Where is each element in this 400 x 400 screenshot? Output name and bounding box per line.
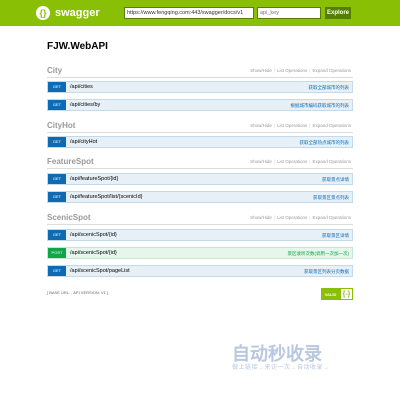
show-hide-link[interactable]: Show/Hide: [248, 123, 274, 128]
expand-operations-link[interactable]: Expand Operations: [310, 215, 353, 220]
resource-name[interactable]: CityHot: [47, 121, 75, 130]
http-method-badge[interactable]: GET: [48, 137, 66, 147]
validator-badge[interactable]: VALID {-}: [321, 288, 353, 300]
resource-header-featurespot: FeatureSpot Show/Hide | List Operations …: [47, 157, 353, 169]
swagger-logo[interactable]: {} swagger: [36, 5, 100, 21]
valid-label: VALID: [321, 288, 340, 300]
http-method-badge[interactable]: POST: [48, 248, 66, 258]
operation-path[interactable]: /api/cities/by: [70, 102, 100, 108]
operation-row[interactable]: GET /api/featureSpot/list/{scenicId} 获取景…: [47, 191, 353, 203]
operation-summary[interactable]: 获取景区景点列表: [313, 195, 349, 201]
operation-row[interactable]: GET /api/featureSpot/{id} 获取景点详情: [47, 173, 353, 185]
operation-row[interactable]: GET /api/cities 获取全部城市的列表: [47, 81, 353, 93]
operation-path[interactable]: /api/scenicSpot/pageList: [70, 268, 130, 274]
operation-row[interactable]: GET /api/cities/by 根据城市编码获取城市的列表: [47, 99, 353, 111]
api-key-input[interactable]: [257, 7, 321, 19]
list-operations-link[interactable]: List Operations: [275, 215, 309, 220]
http-method-badge[interactable]: GET: [48, 174, 66, 184]
operation-path[interactable]: /api/scenicSpot/{id}: [70, 232, 117, 238]
operation-summary[interactable]: 获取全部城市的列表: [309, 85, 350, 91]
expand-operations-link[interactable]: Expand Operations: [310, 123, 353, 128]
http-method-badge[interactable]: GET: [48, 100, 66, 110]
operation-summary[interactable]: 获取景区列表分页数据: [304, 269, 349, 275]
show-hide-link[interactable]: Show/Hide: [248, 215, 274, 220]
swagger-logo-text: swagger: [55, 7, 100, 19]
operation-summary[interactable]: 获取景点详情: [322, 177, 349, 183]
operation-row[interactable]: GET /api/scenicSpot/pageList 获取景区列表分页数据: [47, 265, 353, 277]
operation-summary[interactable]: 获取全部热点城市的列表: [300, 140, 350, 146]
http-method-badge[interactable]: GET: [48, 192, 66, 202]
http-method-badge[interactable]: GET: [48, 266, 66, 276]
resource-name[interactable]: ScenicSpot: [47, 213, 91, 222]
api-title: FJW.WebAPI: [47, 41, 108, 52]
list-operations-link[interactable]: List Operations: [275, 123, 309, 128]
http-method-badge[interactable]: GET: [48, 82, 66, 92]
operation-row[interactable]: GET /api/scenicSpot/{id} 获取景区详情: [47, 229, 353, 241]
operation-path[interactable]: /api/featureSpot/list/{scenicId}: [70, 194, 142, 200]
list-operations-link[interactable]: List Operations: [275, 159, 309, 164]
list-operations-link[interactable]: List Operations: [275, 68, 309, 73]
operation-row[interactable]: GET /api/cityHot 获取全部热点城市的列表: [47, 136, 353, 148]
operation-path[interactable]: /api/scenicSpot/{id}: [70, 250, 117, 256]
operation-path[interactable]: /api/featureSpot/{id}: [70, 176, 118, 182]
expand-operations-link[interactable]: Expand Operations: [310, 159, 353, 164]
resource-name[interactable]: City: [47, 66, 62, 75]
expand-operations-link[interactable]: Expand Operations: [310, 68, 353, 73]
operation-summary[interactable]: 景区收听次数(调用一次加一次): [288, 251, 350, 257]
show-hide-link[interactable]: Show/Hide: [248, 159, 274, 164]
swagger-logo-icon: {}: [36, 6, 50, 20]
explore-button[interactable]: Explore: [325, 7, 351, 19]
spec-url-input[interactable]: [124, 7, 254, 19]
operation-summary[interactable]: 获取景区详情: [322, 233, 349, 239]
http-method-badge[interactable]: GET: [48, 230, 66, 240]
operation-summary[interactable]: 根据城市编码获取城市的列表: [291, 103, 350, 109]
resource-header-city: City Show/Hide | List Operations | Expan…: [47, 66, 353, 78]
resource-header-cityhot: CityHot Show/Hide | List Operations | Ex…: [47, 121, 353, 133]
watermark-subtext: 做上链接→来访一次→自动收录→: [232, 365, 330, 371]
resource-name[interactable]: FeatureSpot: [47, 157, 94, 166]
resource-header-scenicspot: ScenicSpot Show/Hide | List Operations |…: [47, 213, 353, 225]
show-hide-link[interactable]: Show/Hide: [248, 68, 274, 73]
swagger-valid-icon: {-}: [340, 288, 353, 300]
base-url-info: [ BASE URL: , API VERSION: V1 ]: [47, 290, 109, 295]
operation-path[interactable]: /api/cityHot: [70, 139, 97, 145]
operation-row[interactable]: POST /api/scenicSpot/{id} 景区收听次数(调用一次加一次…: [47, 247, 353, 259]
top-bar: {} swagger Explore: [0, 0, 400, 26]
operation-path[interactable]: /api/cities: [70, 84, 93, 90]
